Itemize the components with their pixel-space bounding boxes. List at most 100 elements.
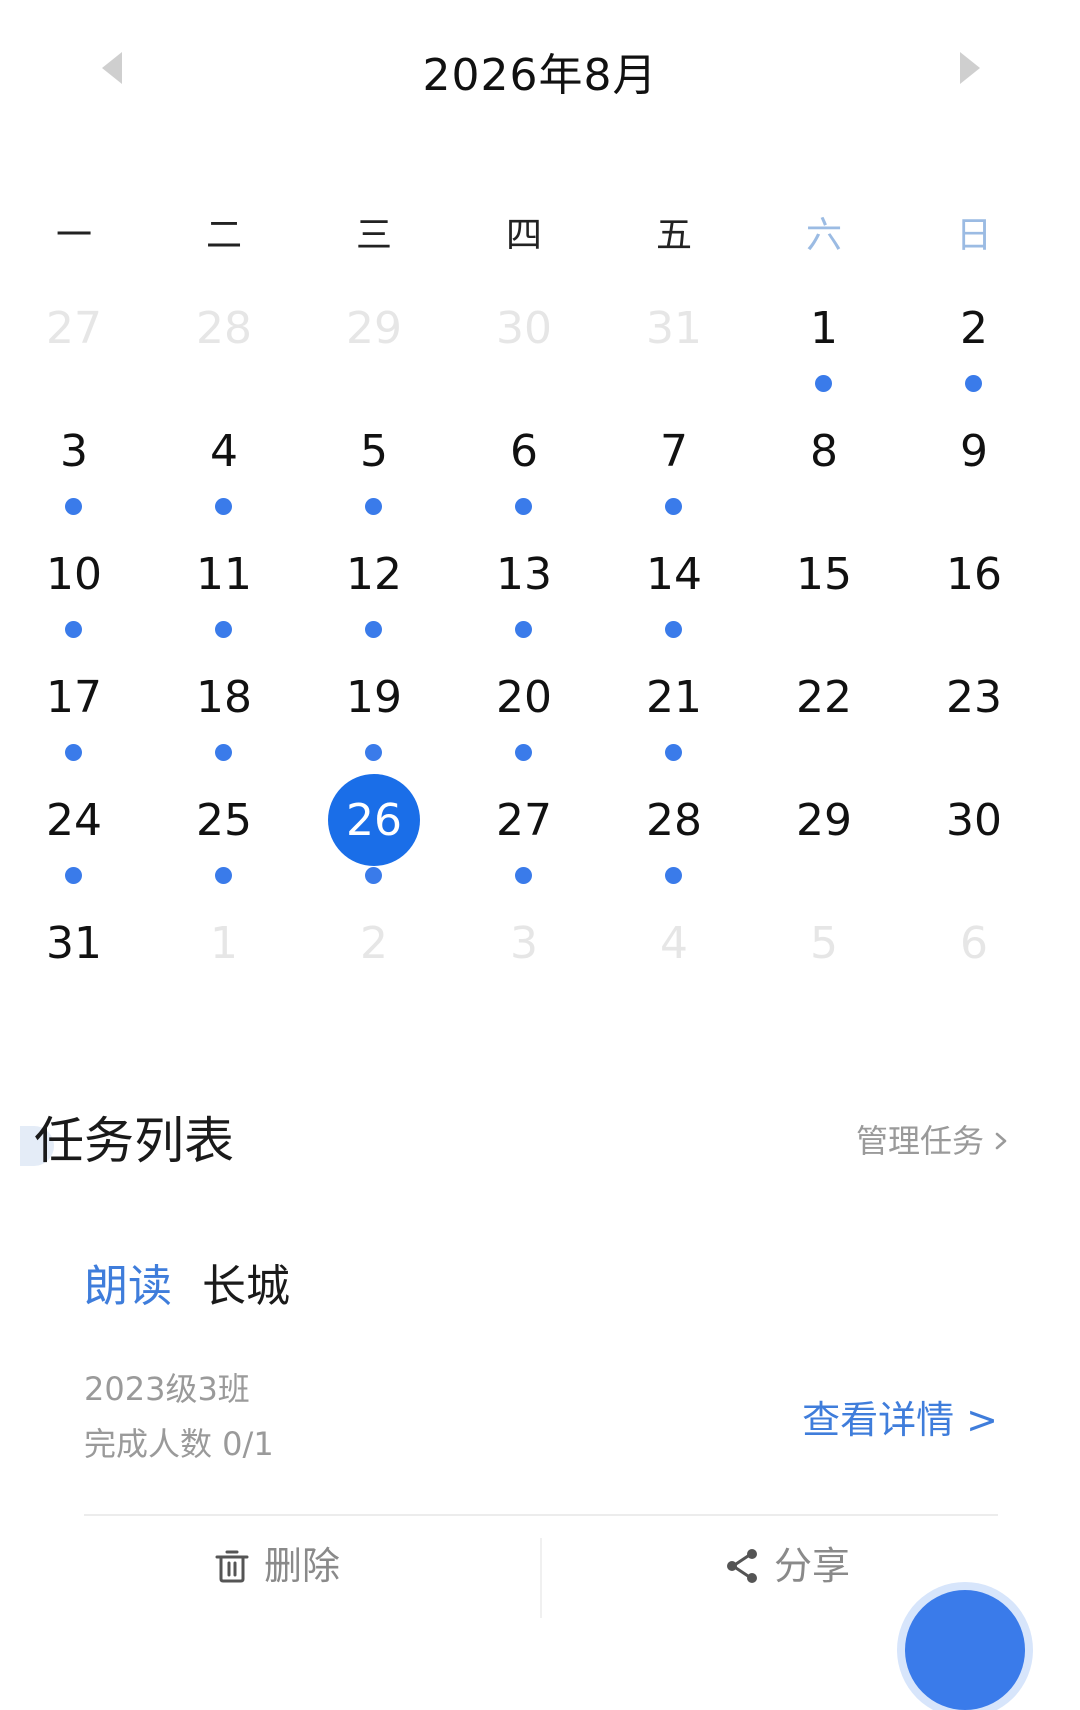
task-class: 2023级3班 — [84, 1370, 250, 1408]
day-number: 5 — [810, 918, 838, 969]
task-indicator-dot — [365, 498, 382, 515]
calendar-day[interactable]: 16 — [904, 538, 1044, 648]
share-button[interactable]: 分享 — [722, 1538, 850, 1594]
task-card: 朗读 长城 2023级3班 完成人数 0/1 查看详情 > 删除 分享 — [84, 1248, 998, 1618]
day-number: 11 — [196, 549, 252, 600]
calendar-day[interactable]: 31 — [4, 907, 144, 1017]
calendar-day[interactable]: 28 — [154, 292, 294, 402]
day-number: 28 — [196, 303, 252, 354]
day-number: 31 — [646, 303, 702, 354]
task-indicator-dot — [665, 498, 682, 515]
task-indicator-dot — [815, 375, 832, 392]
delete-label: 删除 — [264, 1544, 341, 1588]
day-number: 8 — [810, 426, 838, 477]
calendar-day[interactable]: 21 — [604, 661, 744, 771]
day-number: 22 — [796, 672, 852, 723]
task-indicator-dot — [215, 744, 232, 761]
share-label: 分享 — [774, 1544, 851, 1588]
calendar-day[interactable]: 29 — [304, 292, 444, 402]
calendar-day[interactable]: 5 — [754, 907, 894, 1017]
calendar-day[interactable]: 13 — [454, 538, 594, 648]
day-number: 26 — [346, 795, 402, 846]
calendar-day[interactable]: 8 — [754, 415, 894, 525]
trash-icon — [215, 1550, 249, 1583]
calendar-day[interactable]: 30 — [904, 784, 1044, 894]
calendar-day[interactable]: 19 — [304, 661, 444, 771]
calendar-day[interactable]: 9 — [904, 415, 1044, 525]
day-number: 3 — [60, 426, 88, 477]
day-number: 30 — [496, 303, 552, 354]
calendar-day[interactable]: 3 — [454, 907, 594, 1017]
task-indicator-dot — [515, 867, 532, 884]
calendar-day[interactable]: 10 — [4, 538, 144, 648]
task-indicator-dot — [65, 498, 82, 515]
task-completion: 完成人数 0/1 — [84, 1425, 274, 1463]
calendar-grid: 27 28 29 30 31 1 2 3 4 5 6 7 8 9 10 11 12 13 14 15 16 17 18 19 2… — [0, 0, 1080, 1010]
calendar-day[interactable]: 30 — [454, 292, 594, 402]
task-indicator-dot — [65, 867, 82, 884]
calendar-day[interactable]: 20 — [454, 661, 594, 771]
calendar-day[interactable]: 18 — [154, 661, 294, 771]
day-number: 1 — [210, 918, 238, 969]
day-number: 3 — [510, 918, 538, 969]
calendar-day[interactable]: 25 — [154, 784, 294, 894]
day-number: 21 — [646, 672, 702, 723]
calendar-day[interactable]: 1 — [754, 292, 894, 402]
task-indicator-dot — [515, 744, 532, 761]
calendar-day[interactable]: 1 — [154, 907, 294, 1017]
calendar-day[interactable]: 6 — [454, 415, 594, 525]
task-indicator-dot — [215, 867, 232, 884]
day-number: 23 — [946, 672, 1002, 723]
day-number: 28 — [646, 795, 702, 846]
calendar-day[interactable]: 31 — [604, 292, 744, 402]
day-number: 25 — [196, 795, 252, 846]
calendar-day[interactable]: 14 — [604, 538, 744, 648]
calendar-day[interactable]: 23 — [904, 661, 1044, 771]
task-indicator-dot — [365, 867, 382, 884]
task-indicator-dot — [65, 621, 82, 638]
calendar-day[interactable]: 26 — [304, 774, 444, 894]
day-number: 9 — [960, 426, 988, 477]
calendar-day[interactable]: 11 — [154, 538, 294, 648]
calendar-day[interactable]: 12 — [304, 538, 444, 648]
day-number: 10 — [46, 549, 102, 600]
day-number: 31 — [46, 918, 102, 969]
calendar-day[interactable]: 4 — [604, 907, 744, 1017]
day-number: 12 — [346, 549, 402, 600]
manage-tasks-link[interactable]: 管理任务 — [856, 1116, 1010, 1166]
day-number: 15 — [796, 549, 852, 600]
day-number: 17 — [46, 672, 102, 723]
day-number: 19 — [346, 672, 402, 723]
task-indicator-dot — [515, 621, 532, 638]
calendar-day[interactable]: 27 — [454, 784, 594, 894]
task-list-title: 任务列表 — [34, 1112, 234, 1170]
calendar-day[interactable]: 17 — [4, 661, 144, 771]
delete-button[interactable]: 删除 — [212, 1538, 340, 1594]
calendar-day[interactable]: 2 — [904, 292, 1044, 402]
calendar-day[interactable]: 6 — [904, 907, 1044, 1017]
day-number: 2 — [360, 918, 388, 969]
card-divider — [84, 1514, 998, 1516]
calendar-day[interactable]: 2 — [304, 907, 444, 1017]
calendar-day[interactable]: 29 — [754, 784, 894, 894]
calendar-day[interactable]: 5 — [304, 415, 444, 525]
task-name: 长城 — [202, 1261, 290, 1312]
calendar-day[interactable]: 4 — [154, 415, 294, 525]
day-number: 24 — [46, 795, 102, 846]
task-indicator-dot — [665, 621, 682, 638]
calendar-day[interactable]: 22 — [754, 661, 894, 771]
calendar-day[interactable]: 27 — [4, 292, 144, 402]
day-number: 14 — [646, 549, 702, 600]
action-divider — [540, 1538, 542, 1618]
calendar-day[interactable]: 3 — [4, 415, 144, 525]
day-number: 29 — [796, 795, 852, 846]
task-indicator-dot — [215, 621, 232, 638]
calendar-day[interactable]: 28 — [604, 784, 744, 894]
calendar-day[interactable]: 24 — [4, 784, 144, 894]
view-details-link[interactable]: 查看详情 > — [802, 1392, 998, 1448]
day-number: 29 — [346, 303, 402, 354]
day-number: 1 — [810, 303, 838, 354]
calendar-day[interactable]: 7 — [604, 415, 744, 525]
floating-action-button[interactable] — [905, 1590, 1025, 1710]
calendar-day[interactable]: 15 — [754, 538, 894, 648]
